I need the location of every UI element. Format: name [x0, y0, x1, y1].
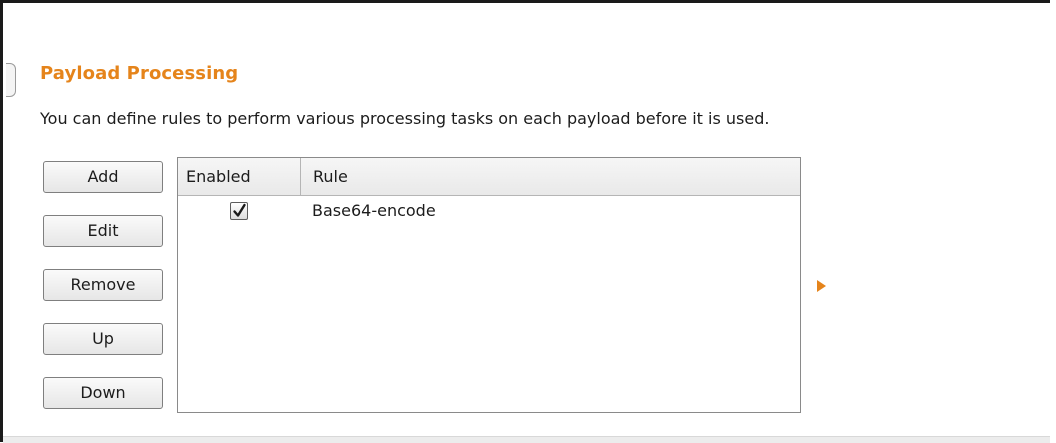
section-title: Payload Processing [40, 63, 239, 84]
section-description: You can define rules to perform various … [40, 109, 770, 128]
edit-button[interactable]: Edit [43, 215, 163, 247]
payload-processing-panel: Payload Processing You can define rules … [0, 0, 1050, 442]
collapse-tab-icon[interactable] [6, 63, 16, 97]
enabled-checkbox[interactable] [230, 202, 248, 220]
checkmark-icon [233, 203, 246, 217]
up-button[interactable]: Up [43, 323, 163, 355]
rules-table[interactable]: Enabled Rule Base64-encode [177, 157, 801, 413]
right-margin [1050, 0, 1056, 442]
down-button[interactable]: Down [43, 377, 163, 409]
add-button[interactable]: Add [43, 161, 163, 193]
remove-button[interactable]: Remove [43, 269, 163, 301]
column-header-rule[interactable]: Rule [301, 158, 800, 195]
table-row[interactable] [178, 196, 800, 228]
expand-arrow-icon[interactable] [817, 280, 826, 292]
rule-cell: Base64-encode [312, 201, 436, 220]
column-header-enabled[interactable]: Enabled [178, 158, 301, 195]
table-header: Enabled Rule [178, 158, 800, 196]
